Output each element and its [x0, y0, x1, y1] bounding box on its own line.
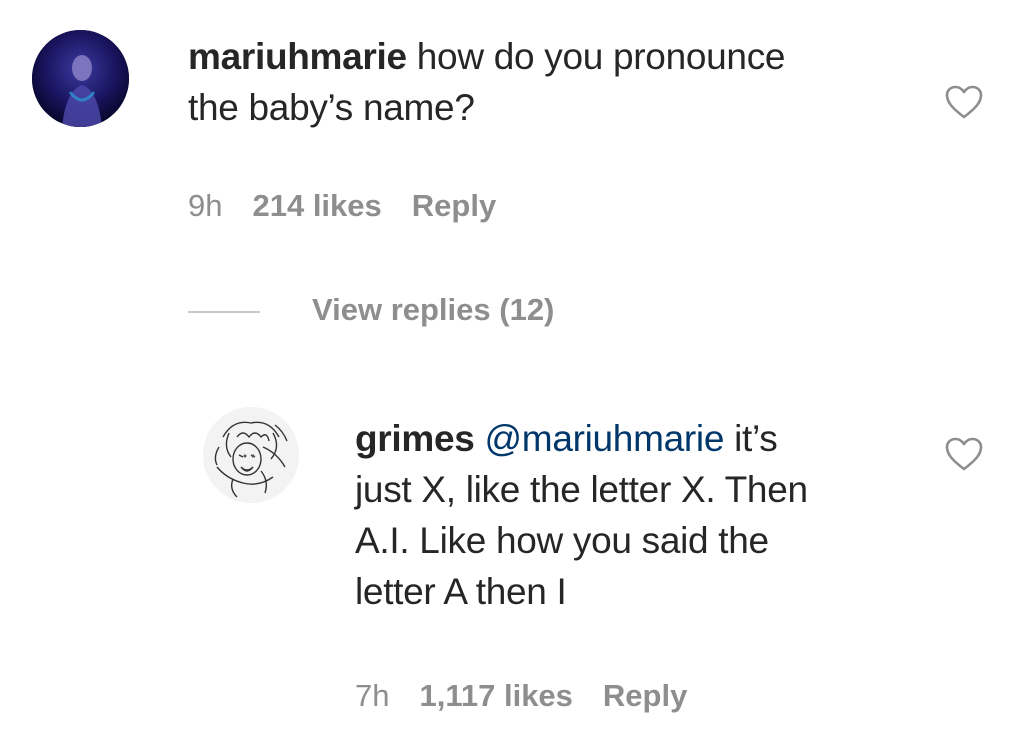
- heart-outline-icon: [945, 85, 983, 119]
- reply-like-button[interactable]: [944, 436, 984, 472]
- user-avatar-sketch-icon: [203, 407, 299, 503]
- comment-timestamp[interactable]: 9h: [188, 188, 222, 223]
- heart-outline-icon: [945, 437, 983, 471]
- reply-avatar[interactable]: [203, 407, 299, 503]
- comment-like-button[interactable]: [944, 84, 984, 120]
- view-replies-label: View replies (12): [312, 292, 555, 327]
- reply-mention-link[interactable]: @mariuhmarie: [485, 418, 725, 459]
- comment-reply-button[interactable]: Reply: [412, 188, 496, 223]
- view-replies-button[interactable]: View replies (12): [188, 292, 554, 328]
- comment-item: mariuhmarie how do you pronounce the bab…: [0, 0, 1024, 240]
- reply-timestamp[interactable]: 7h: [355, 678, 389, 713]
- reply-reply-button[interactable]: Reply: [603, 678, 687, 713]
- reply-text-line1-tail: it’s: [724, 418, 778, 459]
- reply-text-line4: letter A then I: [355, 571, 567, 612]
- comment-username[interactable]: mariuhmarie: [188, 36, 407, 77]
- commenter-avatar[interactable]: [32, 30, 129, 127]
- comment-meta: 9h 214 likes Reply: [188, 188, 526, 224]
- comment-text-line2: the baby’s name?: [188, 87, 475, 128]
- reply-item: grimes @mariuhmarie it’s just X, like th…: [0, 380, 1024, 731]
- divider-line: [188, 310, 260, 313]
- comment-text-line1: how do you pronounce: [406, 36, 786, 77]
- reply-text-line2: just X, like the letter X. Then: [355, 469, 808, 510]
- reply-text-line3: A.I. Like how you said the: [355, 520, 769, 561]
- reply-meta: 7h 1,117 likes Reply: [355, 678, 717, 714]
- user-avatar-photo-icon: [32, 30, 129, 127]
- reply-likes-count[interactable]: 1,117 likes: [419, 678, 572, 713]
- comment-likes-count[interactable]: 214 likes: [252, 188, 381, 223]
- reply-username[interactable]: grimes: [355, 418, 475, 459]
- reply-text: grimes @mariuhmarie it’s just X, like th…: [355, 413, 935, 617]
- comment-text: mariuhmarie how do you pronounce the bab…: [188, 31, 908, 133]
